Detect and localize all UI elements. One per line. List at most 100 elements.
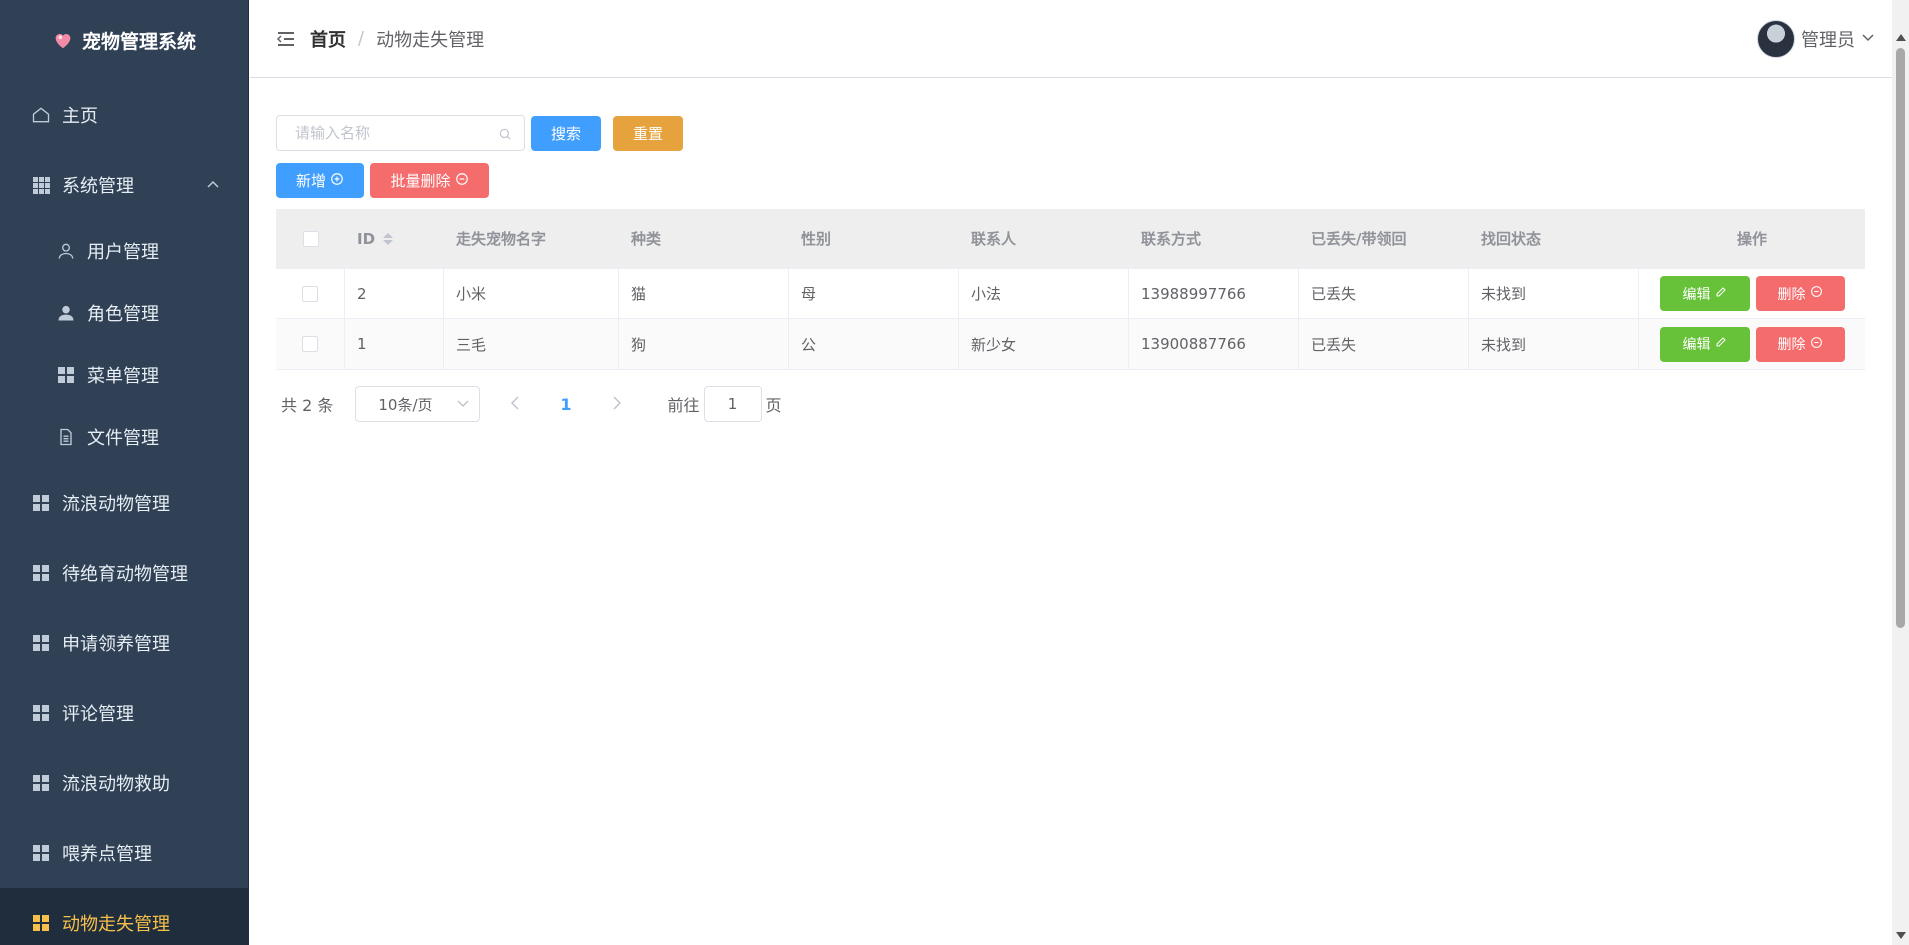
sidebar-item-label: 流浪动物救助	[62, 774, 170, 795]
document-icon	[55, 426, 77, 448]
grid-icon	[30, 174, 52, 196]
page-size-select[interactable]: 10条/页	[355, 386, 481, 422]
page-size-value: 10条/页	[378, 395, 433, 414]
cell-lost: 已丢失	[1299, 269, 1469, 318]
sidebar-item-users[interactable]: 用户管理	[0, 220, 248, 282]
pagination-total: 共 2 条	[281, 396, 334, 415]
delete-button[interactable]: 删除	[1755, 326, 1845, 362]
menu-icon	[30, 842, 52, 864]
scrollbar[interactable]	[1892, 0, 1909, 945]
cell-id: 1	[345, 319, 444, 369]
menu-icon	[30, 492, 52, 514]
row-checkbox[interactable]	[302, 336, 318, 352]
sidebar-item-menus[interactable]: 菜单管理	[0, 344, 248, 406]
table-header: ID 走失宠物名字 种类 性别 联系人 联系方式 已丢失/带领回 找回状态 操作	[276, 209, 1865, 269]
sidebar-item-comments[interactable]: 评论管理	[0, 678, 248, 748]
sidebar-item-system[interactable]: 系统管理	[0, 150, 248, 220]
menu-icon	[30, 702, 52, 724]
sidebar-item-label: 文件管理	[87, 428, 159, 449]
sidebar-item-label: 系统管理	[62, 176, 134, 197]
add-button-label: 新增	[295, 172, 326, 190]
top-header: 首页 / 动物走失管理 管理员	[250, 0, 1909, 78]
sidebar-item-lost-animals[interactable]: 动物走失管理	[0, 888, 248, 945]
sidebar-item-stray-animals[interactable]: 流浪动物管理	[0, 468, 248, 538]
select-all-cell	[276, 209, 345, 268]
search-field[interactable]	[276, 115, 525, 151]
collapse-menu-icon[interactable]	[276, 31, 296, 47]
logo: 宠物管理系统	[0, 0, 248, 80]
cell-id: 2	[345, 269, 444, 318]
scroll-down-icon[interactable]	[1896, 932, 1906, 939]
menu-icon	[30, 772, 52, 794]
cell-name: 小米	[444, 269, 619, 318]
sidebar-item-label: 申请领养管理	[62, 634, 170, 655]
row-check-cell	[276, 319, 345, 369]
cell-name: 三毛	[444, 319, 619, 369]
column-header-lost: 已丢失/带领回	[1311, 230, 1407, 248]
add-button[interactable]: 新增	[276, 163, 364, 198]
scroll-up-icon[interactable]	[1896, 34, 1906, 41]
prev-page-icon[interactable]	[510, 395, 520, 414]
sidebar-item-label: 动物走失管理	[62, 914, 170, 935]
cell-actions: 编辑 删除	[1639, 319, 1865, 369]
cell-status: 未找到	[1469, 319, 1639, 369]
column-header-name: 走失宠物名字	[456, 230, 547, 248]
sort-icon[interactable]	[383, 232, 394, 245]
sidebar-item-sterilization[interactable]: 待绝育动物管理	[0, 538, 248, 608]
sidebar-item-files[interactable]: 文件管理	[0, 406, 248, 468]
column-header-contact: 联系人	[971, 230, 1017, 248]
select-all-checkbox[interactable]	[302, 230, 319, 247]
user-menu[interactable]: 管理员	[1757, 20, 1875, 58]
user-icon	[55, 240, 77, 262]
cell-phone: 13988997766	[1129, 269, 1299, 318]
edit-button[interactable]: 编辑	[1659, 326, 1750, 362]
minus-circle-icon	[1810, 336, 1823, 353]
heart-logo-icon	[52, 29, 74, 51]
column-header-status: 找回状态	[1481, 230, 1542, 248]
delete-button[interactable]: 删除	[1755, 276, 1845, 311]
reset-button[interactable]: 重置	[613, 116, 683, 151]
chevron-down-icon[interactable]	[1861, 31, 1875, 47]
cell-actions: 编辑 删除	[1639, 269, 1865, 318]
page-number[interactable]: 1	[560, 395, 571, 414]
minus-circle-icon	[1810, 285, 1823, 302]
sidebar-item-home[interactable]: 主页	[0, 80, 248, 150]
breadcrumb-current: 动物走失管理	[376, 29, 485, 51]
sidebar-item-label: 角色管理	[87, 304, 159, 325]
search-button[interactable]: 搜索	[531, 116, 601, 151]
user-name[interactable]: 管理员	[1801, 26, 1855, 52]
breadcrumb-separator: /	[358, 28, 365, 49]
breadcrumb-home[interactable]: 首页	[310, 26, 346, 52]
scrollbar-thumb[interactable]	[1896, 48, 1905, 628]
edit-button[interactable]: 编辑	[1659, 276, 1750, 311]
column-header-phone: 联系方式	[1141, 230, 1202, 248]
sidebar-item-rescue[interactable]: 流浪动物救助	[0, 748, 248, 818]
sidebar-item-feeding-points[interactable]: 喂养点管理	[0, 818, 248, 888]
sidebar-item-label: 待绝育动物管理	[62, 564, 188, 585]
column-header-id[interactable]: ID	[345, 209, 444, 268]
sidebar: 宠物管理系统 主页 系统管理 用户管理 角色管理 菜单管理 文件管理 流浪动物管…	[0, 0, 249, 945]
sidebar-item-label: 用户管理	[87, 242, 159, 263]
edit-label: 编辑	[1682, 337, 1711, 353]
data-table: ID 走失宠物名字 种类 性别 联系人 联系方式 已丢失/带领回 找回状态 操作…	[276, 209, 1865, 370]
row-check-cell	[276, 269, 345, 318]
cell-contact: 小法	[959, 269, 1129, 318]
row-checkbox[interactable]	[302, 285, 318, 302]
avatar[interactable]	[1757, 20, 1795, 58]
cell-contact: 新少女	[959, 319, 1129, 369]
cell-kind: 狗	[619, 319, 789, 369]
next-page-icon[interactable]	[612, 395, 622, 414]
cell-lost: 已丢失	[1299, 319, 1469, 369]
sidebar-item-adoption[interactable]: 申请领养管理	[0, 608, 248, 678]
column-label: ID	[357, 229, 376, 248]
goto-page-input[interactable]: 1	[703, 386, 762, 422]
chevron-up-icon	[206, 177, 220, 193]
search-input[interactable]	[295, 124, 505, 142]
batch-delete-button[interactable]: 批量删除	[370, 163, 489, 198]
sidebar-item-roles[interactable]: 角色管理	[0, 282, 248, 344]
home-icon	[30, 104, 52, 126]
delete-label: 删除	[1777, 286, 1806, 303]
chevron-down-icon	[457, 397, 469, 411]
plus-circle-icon	[330, 172, 344, 190]
table-row: 2 小米 猫 母 小法 13988997766 已丢失 未找到 编辑 删除	[276, 269, 1865, 319]
